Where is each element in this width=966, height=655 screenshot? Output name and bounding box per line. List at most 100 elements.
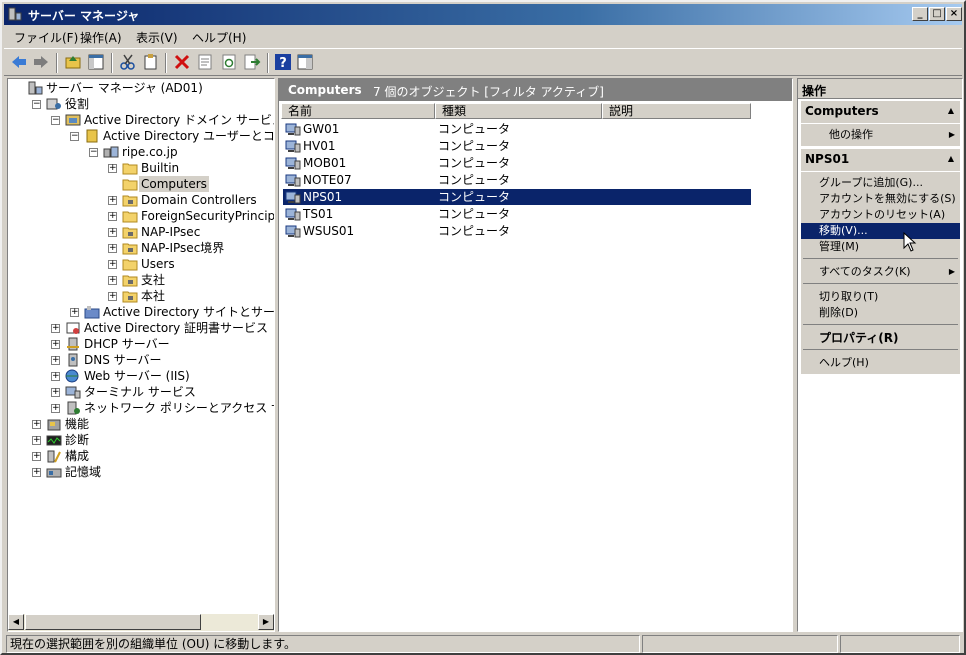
expand-icon[interactable]: + xyxy=(70,308,79,317)
collapse-icon[interactable]: − xyxy=(51,116,60,125)
tree-item[interactable]: + 診断 xyxy=(8,432,274,448)
collapse-icon[interactable]: ▲ xyxy=(948,154,954,163)
action-item[interactable]: アカウントを無効にする(S) xyxy=(801,191,960,207)
action-item[interactable]: 削除(D) xyxy=(801,305,960,321)
menu-action[interactable]: 操作(A) xyxy=(80,29,122,46)
action-section-nps01[interactable]: NPS01 ▲ xyxy=(801,149,960,171)
forward-icon[interactable] xyxy=(32,53,50,71)
menu-view[interactable]: 表示(V) xyxy=(136,29,178,46)
expand-icon[interactable]: + xyxy=(32,452,41,461)
tree-item[interactable]: + 本社 xyxy=(8,288,274,304)
tree-item[interactable]: − Active Directory ドメイン サービス xyxy=(8,112,274,128)
column-description[interactable]: 説明 xyxy=(602,103,751,119)
tree-item[interactable]: + ターミナル サービス xyxy=(8,384,274,400)
copy-icon[interactable] xyxy=(142,53,160,71)
up-folder-icon[interactable] xyxy=(64,53,82,71)
tree-item[interactable]: + 機能 xyxy=(8,416,274,432)
expand-icon[interactable]: + xyxy=(51,324,60,333)
action-item[interactable]: 移動(V)... xyxy=(801,223,960,239)
expand-icon[interactable]: + xyxy=(51,340,60,349)
expand-icon[interactable]: + xyxy=(108,276,117,285)
tree-item[interactable]: − ripe.co.jp xyxy=(8,144,274,160)
expand-icon[interactable]: + xyxy=(32,420,41,429)
collapse-icon[interactable]: − xyxy=(70,132,79,141)
computer-row[interactable]: NOTE07 コンピュータ xyxy=(283,172,751,188)
computer-row[interactable]: HV01 コンピュータ xyxy=(283,138,751,154)
tree-item[interactable]: + Users xyxy=(8,256,274,272)
export-icon[interactable] xyxy=(243,53,261,71)
tree-item[interactable]: + Active Directory 証明書サービス xyxy=(8,320,274,336)
action-item[interactable]: ヘルプ(H) xyxy=(801,355,960,371)
expand-icon[interactable]: + xyxy=(108,164,117,173)
tree-horizontal-scrollbar[interactable]: ◀ ▶ xyxy=(8,614,274,631)
title-bar[interactable]: サーバー マネージャ _ □ × xyxy=(4,4,962,25)
menu-help[interactable]: ヘルプ(H) xyxy=(192,29,246,46)
help-icon[interactable]: ? xyxy=(274,53,292,71)
tree-item-label: ネットワーク ポリシーとアクセス サービス xyxy=(84,401,274,415)
action-item[interactable]: グループに追加(G)... xyxy=(801,175,960,191)
action-item[interactable]: 管理(M) xyxy=(801,239,960,255)
computer-row[interactable]: NPS01 コンピュータ xyxy=(283,189,751,205)
expand-icon[interactable]: + xyxy=(108,260,117,269)
tree-item[interactable]: − 役割 xyxy=(8,96,274,112)
expand-icon[interactable]: + xyxy=(108,244,117,253)
expand-icon[interactable]: + xyxy=(32,436,41,445)
console-tree-icon[interactable] xyxy=(87,53,105,71)
tree-item[interactable]: + ネットワーク ポリシーとアクセス サービス xyxy=(8,400,274,416)
expand-icon[interactable]: + xyxy=(108,228,117,237)
menu-file[interactable]: ファイル(F) xyxy=(14,29,78,46)
action-item[interactable]: プロパティ(R) xyxy=(801,330,960,346)
action-item[interactable]: すべてのタスク(K) ▶ xyxy=(801,264,960,280)
expand-icon[interactable]: + xyxy=(32,468,41,477)
scroll-left-icon[interactable]: ◀ xyxy=(8,614,24,630)
delete-icon[interactable] xyxy=(173,53,191,71)
column-name[interactable]: 名前 xyxy=(281,103,435,119)
computer-row[interactable]: MOB01 コンピュータ xyxy=(283,155,751,171)
column-type[interactable]: 種類 xyxy=(435,103,602,119)
expand-icon[interactable]: + xyxy=(108,292,117,301)
expand-icon[interactable]: + xyxy=(51,356,60,365)
tree-item[interactable]: + DHCP サーバー xyxy=(8,336,274,352)
tree-item[interactable]: + 構成 xyxy=(8,448,274,464)
tree-item[interactable]: + Domain Controllers xyxy=(8,192,274,208)
collapse-icon[interactable]: − xyxy=(89,148,98,157)
action-section-computers[interactable]: Computers ▲ xyxy=(801,101,960,123)
tree-item[interactable]: サーバー マネージャ (AD01) xyxy=(8,80,274,96)
cut-icon[interactable] xyxy=(119,53,137,71)
expand-icon[interactable]: + xyxy=(51,404,60,413)
minimize-button[interactable]: _ xyxy=(912,7,928,21)
tree-item-label: 診断 xyxy=(65,433,90,447)
properties-icon[interactable] xyxy=(196,53,214,71)
tree-item[interactable]: Computers xyxy=(8,176,274,192)
action-item[interactable]: アカウントのリセット(A) xyxy=(801,207,960,223)
computer-row[interactable]: TS01 コンピュータ xyxy=(283,206,751,222)
expand-icon[interactable]: + xyxy=(108,212,117,221)
maximize-button[interactable]: □ xyxy=(929,7,945,21)
close-button[interactable]: × xyxy=(946,7,962,21)
tree-item[interactable]: + DNS サーバー xyxy=(8,352,274,368)
tree-item[interactable]: + NAP-IPsec xyxy=(8,224,274,240)
expand-icon[interactable]: + xyxy=(51,372,60,381)
action-item-label: 移動(V)... xyxy=(819,224,868,237)
expand-icon[interactable]: + xyxy=(108,196,117,205)
scrollbar-thumb[interactable] xyxy=(25,614,201,630)
expand-icon[interactable]: + xyxy=(51,388,60,397)
action-item[interactable]: 切り取り(T) xyxy=(801,289,960,305)
action-more-actions[interactable]: 他の操作 ▶ xyxy=(801,127,960,143)
tree-item[interactable]: + Builtin xyxy=(8,160,274,176)
tree-item[interactable]: + ForeignSecurityPrincipals xyxy=(8,208,274,224)
computer-row[interactable]: GW01 コンピュータ xyxy=(283,121,751,137)
show-pane-icon[interactable] xyxy=(296,53,314,71)
refresh-icon[interactable] xyxy=(220,53,238,71)
back-icon[interactable] xyxy=(10,53,28,71)
collapse-icon[interactable]: − xyxy=(32,100,41,109)
tree-item[interactable]: + 支社 xyxy=(8,272,274,288)
computer-row[interactable]: WSUS01 コンピュータ xyxy=(283,223,751,239)
tree-item[interactable]: + NAP-IPsec境界 xyxy=(8,240,274,256)
scroll-right-icon[interactable]: ▶ xyxy=(258,614,274,630)
tree-item[interactable]: + Active Directory サイトとサービス xyxy=(8,304,274,320)
tree-item[interactable]: + 記憶域 xyxy=(8,464,274,480)
collapse-icon[interactable]: ▲ xyxy=(948,106,954,115)
tree-item[interactable]: + Web サーバー (IIS) xyxy=(8,368,274,384)
tree-item[interactable]: − Active Directory ユーザーとコンピュータ xyxy=(8,128,274,144)
